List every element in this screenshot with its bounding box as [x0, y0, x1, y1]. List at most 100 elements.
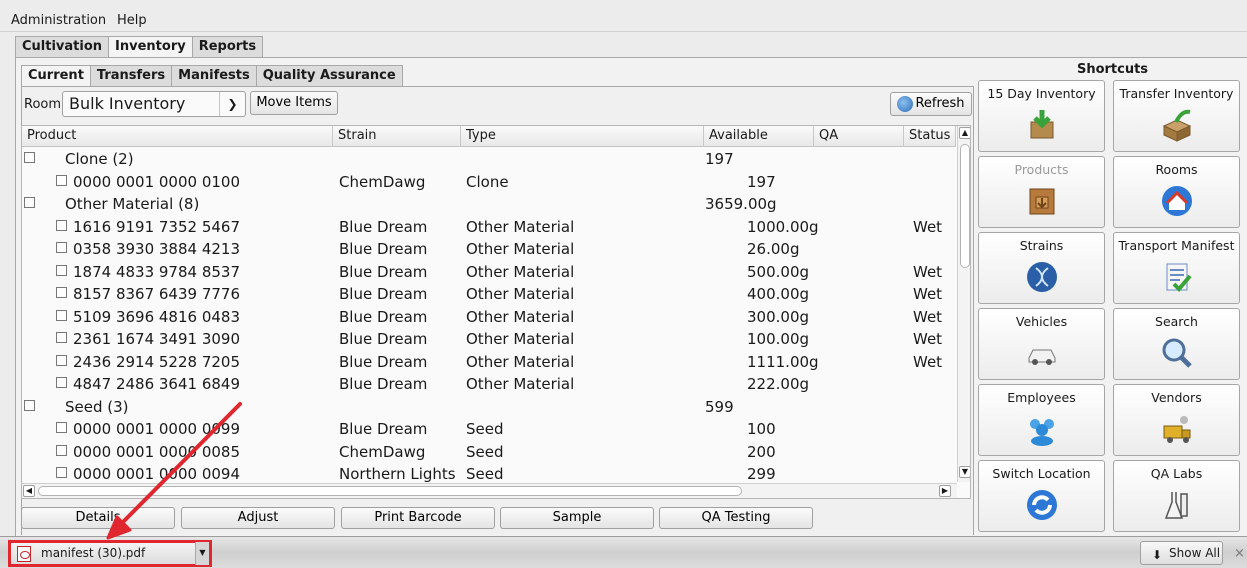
row-checkbox[interactable] [56, 332, 67, 343]
row-checkbox[interactable] [56, 264, 67, 276]
tab-transfers[interactable]: Transfers [89, 65, 173, 86]
sample-button[interactable]: Sample [500, 507, 654, 529]
status-cell: Wet [913, 262, 943, 281]
shortcut-label: Transport Manifest [1118, 238, 1235, 253]
shortcut-rooms[interactable]: Rooms [1113, 156, 1240, 228]
row-checkbox[interactable] [56, 444, 67, 456]
shortcut-search[interactable]: Search [1113, 308, 1240, 380]
tab-reports[interactable]: Reports [191, 36, 264, 57]
tab-manifests[interactable]: Manifests [171, 65, 257, 86]
column-header-product[interactable]: Product [22, 126, 333, 147]
adjust-button[interactable]: Adjust [181, 507, 335, 529]
row-checkbox[interactable] [56, 467, 67, 478]
row-checkbox[interactable] [24, 152, 35, 163]
shortcut-qa-labs[interactable]: QA Labs [1113, 460, 1240, 532]
strain-cell: Blue Dream [339, 375, 428, 393]
shortcut-switch-location[interactable]: Switch Location [978, 460, 1105, 532]
column-header-strain[interactable]: Strain [333, 126, 461, 147]
shortcut-vehicles[interactable]: Vehicles [978, 308, 1105, 380]
horizontal-scrollbar[interactable]: ◀ ▶ [22, 483, 957, 498]
row-checkbox[interactable] [24, 197, 35, 208]
details-button[interactable]: Details [21, 507, 175, 529]
table-row[interactable]: 0000 0001 0000 0099 Blue Dream Seed 100 [22, 418, 956, 441]
type-cell: Other Material [466, 217, 575, 236]
available-cell: 26.00g [747, 240, 800, 258]
shortcut-strains[interactable]: Strains [978, 232, 1105, 304]
shortcut-label: Transfer Inventory [1119, 86, 1234, 101]
row-checkbox[interactable] [56, 287, 67, 298]
download-file-name[interactable]: manifest (30).pdf [41, 546, 145, 560]
refresh-button[interactable]: Refresh [890, 92, 972, 116]
column-header-type[interactable]: Type [461, 126, 704, 147]
chevron-down-icon[interactable]: ❯ [219, 92, 245, 116]
group-available: 197 [705, 150, 734, 168]
people-icon [1030, 419, 1054, 446]
type-cell: Seed [466, 420, 504, 438]
product-cell: 2361 1674 3491 3090 [73, 330, 240, 348]
table-row[interactable]: 1616 9191 7352 5467 Blue Dream Other Mater… [22, 216, 956, 239]
type-cell: Other Material [466, 285, 575, 303]
shortcut-label: Rooms [1155, 162, 1198, 177]
column-header-qa[interactable]: QA [814, 126, 904, 147]
shortcut-15-day-inventory[interactable]: 15 Day Inventory [978, 80, 1105, 152]
row-checkbox[interactable] [24, 399, 35, 411]
show-all-button[interactable]: ⬇ Show All [1140, 541, 1223, 565]
table-group-row[interactable]: ▽Other Material (8)3659.00g [22, 193, 956, 216]
scroll-left-icon[interactable]: ◀ [23, 485, 35, 497]
shortcut-employees[interactable]: Employees [978, 384, 1105, 456]
shortcut-vendors[interactable]: Vendors [1113, 384, 1240, 456]
close-icon[interactable]: × [1234, 546, 1245, 561]
column-header-status[interactable]: Status [904, 126, 956, 147]
download-item[interactable]: manifest (30).pdf ▼ [8, 540, 212, 567]
status-cell: Wet [913, 217, 943, 236]
table-group-row[interactable]: ▽Clone (2)197 [22, 148, 956, 171]
shortcut-products[interactable]: Products [978, 156, 1105, 228]
scroll-right-icon[interactable]: ▶ [939, 485, 951, 497]
vertical-scroll-thumb[interactable] [960, 144, 970, 268]
qa-testing-button[interactable]: QA Testing [659, 507, 813, 529]
room-label: Room [24, 97, 62, 112]
horizontal-scroll-thumb[interactable] [38, 486, 742, 496]
table-row[interactable]: 2361 1674 3491 3090 Blue Dream Other Mater… [22, 328, 956, 351]
refresh-arrows-icon [1027, 490, 1057, 520]
room-select[interactable]: Bulk Inventory ❯ [62, 91, 246, 117]
scroll-up-icon[interactable]: ▲ [959, 127, 970, 139]
row-checkbox[interactable] [56, 242, 67, 253]
menu-help[interactable]: Help [117, 13, 147, 28]
tab-cultivation[interactable]: Cultivation [15, 36, 110, 57]
show-all-label: Show All [1169, 546, 1221, 560]
table-row[interactable]: 4847 2486 3641 6849 Blue Dream Other Mater… [22, 373, 956, 396]
shortcut-transport-manifest[interactable]: Transport Manifest [1113, 232, 1240, 304]
row-checkbox[interactable] [56, 309, 67, 321]
row-checkbox[interactable] [56, 422, 67, 433]
print-barcode-button[interactable]: Print Barcode [341, 507, 495, 529]
table-row[interactable]: 0358 3930 3884 4213 Blue Dream Other Mater… [22, 238, 956, 261]
menu-administration[interactable]: Administration [11, 13, 106, 28]
tab-inventory[interactable]: Inventory [108, 36, 193, 57]
table-group-row[interactable]: ▽Seed (3)599 [22, 396, 956, 419]
type-cell: Other Material [466, 262, 575, 281]
product-crate-icon [1029, 188, 1055, 215]
table-row[interactable]: 0000 0001 0000 0085 ChemDawg Seed 200 [22, 441, 956, 464]
group-name: Seed (3) [65, 397, 129, 416]
scroll-down-icon[interactable]: ▼ [959, 466, 970, 478]
product-cell: 0000 0001 0000 0099 [73, 420, 240, 438]
tab-quality-assurance[interactable]: Quality Assurance [255, 65, 403, 86]
move-items-button[interactable]: Move Items [250, 91, 338, 115]
table-row[interactable]: 2436 2914 5228 7205 Blue Dream Other Mater… [22, 351, 956, 374]
row-checkbox[interactable] [56, 354, 67, 366]
column-header-available[interactable]: Available [704, 126, 814, 147]
tab-current[interactable]: Current [21, 65, 91, 86]
row-checkbox[interactable] [56, 219, 67, 231]
caret-down-icon[interactable]: ▼ [195, 542, 209, 565]
row-checkbox[interactable] [56, 377, 67, 388]
vertical-scrollbar[interactable]: ▲ ▼ [957, 126, 970, 482]
table-row[interactable]: 8157 8367 6439 7776 Blue Dream Other Mater… [22, 283, 956, 306]
table-row[interactable]: 1874 4833 9784 8537 Blue Dream Other Mater… [22, 261, 956, 284]
table-row[interactable]: 5109 3696 4816 0483 Blue Dream Other Mater… [22, 306, 956, 329]
shortcut-label: Search [1155, 314, 1198, 329]
available-cell: 500.00g [747, 262, 810, 281]
shortcut-transfer-inventory[interactable]: Transfer Inventory [1113, 80, 1240, 152]
row-checkbox[interactable] [56, 174, 67, 186]
table-row[interactable]: 0000 0001 0000 0100 ChemDawg Clone 197 [22, 171, 956, 194]
